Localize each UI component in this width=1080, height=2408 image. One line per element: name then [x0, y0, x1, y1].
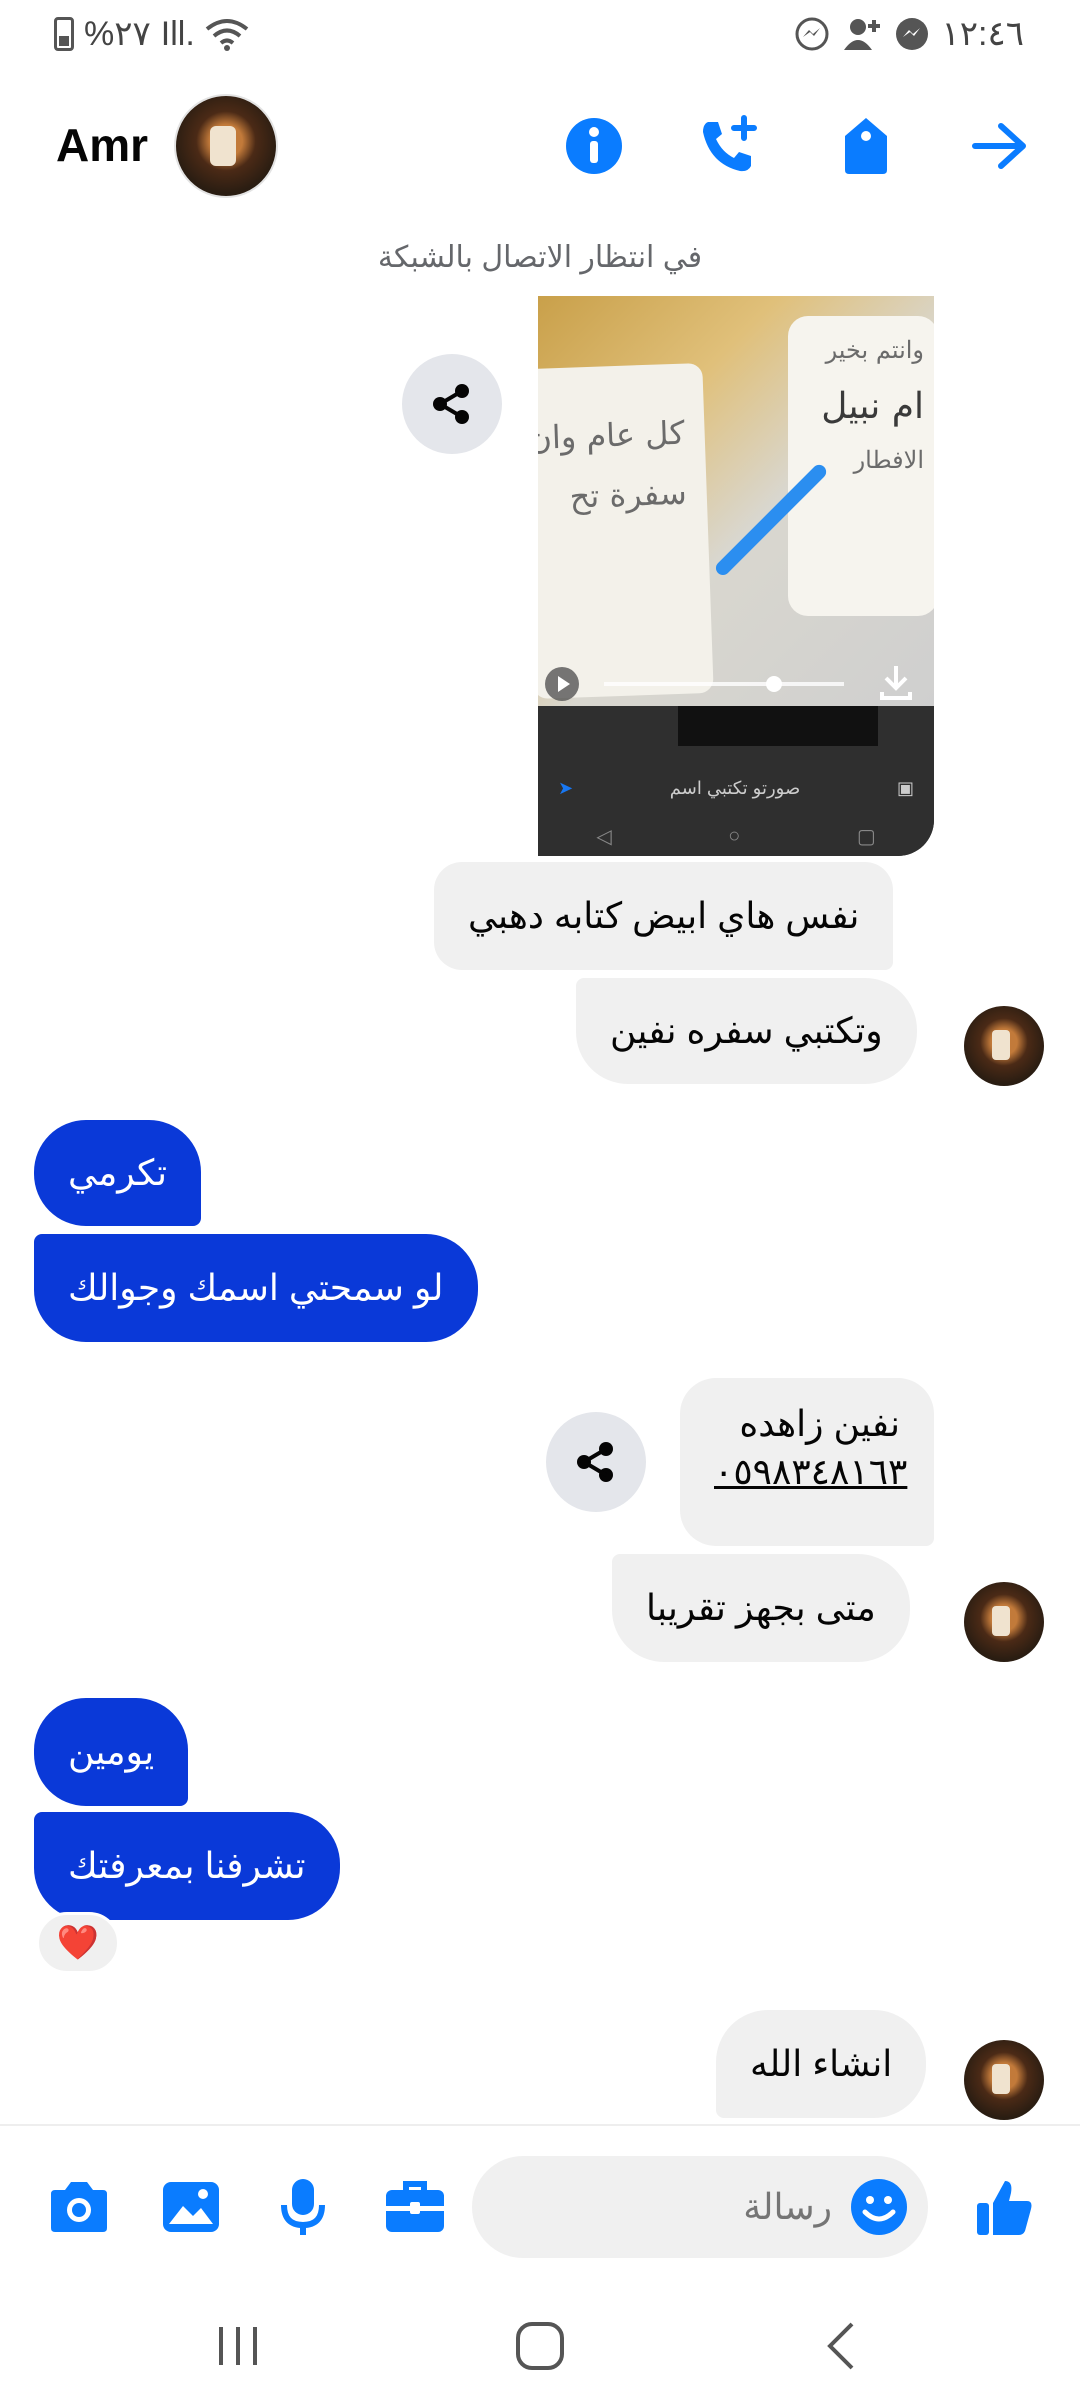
video-progress-thumb[interactable]: [766, 676, 782, 692]
gallery-icon[interactable]: [156, 2172, 226, 2242]
photo-card-left: كل عام وان سفرة تح: [538, 362, 714, 700]
message-outgoing[interactable]: لو سمحتي اسمك وجوالك: [34, 1234, 478, 1342]
message-input[interactable]: [502, 2156, 832, 2258]
media-nav-bar: ◁ ○ ▢: [538, 818, 934, 854]
shared-media-message[interactable]: كل عام وان سفرة تح وانتم بخير ام نبيل ال…: [538, 296, 934, 856]
battery-percent: %٢٧: [84, 15, 151, 53]
media-back-icon: ◁: [596, 825, 612, 848]
recent-apps-button[interactable]: [198, 2314, 278, 2378]
contact-avatar-small[interactable]: [964, 1006, 1044, 1086]
back-icon: [827, 2322, 854, 2370]
message-incoming[interactable]: وتكتبي سفره نفين: [576, 978, 917, 1084]
like-icon[interactable]: [970, 2172, 1040, 2242]
media-recent-icon: ▢: [856, 825, 876, 848]
card-right-line3: الافطار: [853, 446, 924, 474]
media-composer-hint: صورتو تكتبي اسم: [669, 777, 801, 798]
share-icon: [433, 384, 469, 424]
message-outgoing[interactable]: تكرمي: [34, 1120, 202, 1226]
contact-card-phone[interactable]: ٠٥٩٨٣٤٨١٦٣: [714, 1448, 907, 1496]
add-call-icon[interactable]: [696, 114, 760, 178]
chat-header: Amr: [0, 80, 1080, 210]
play-icon[interactable]: [544, 666, 580, 702]
messenger-icon: [795, 17, 828, 51]
toolbox-icon[interactable]: [380, 2172, 450, 2242]
info-icon[interactable]: [562, 114, 626, 178]
video-progress-track[interactable]: [604, 682, 844, 686]
share-icon: [577, 1442, 613, 1482]
message-incoming[interactable]: انشاء الله: [716, 2010, 927, 2118]
contact-avatar[interactable]: [174, 94, 278, 198]
clock: ١٢:٤٦: [941, 15, 1025, 53]
connection-status: في انتظار الاتصال بالشبكة: [377, 241, 703, 274]
contact-name[interactable]: Amr: [56, 118, 148, 172]
share-button[interactable]: [402, 354, 502, 454]
contact-card-name: نفين زاهده: [739, 1403, 900, 1444]
message-input-container[interactable]: [472, 2156, 928, 2258]
contact-card-message[interactable]: نفين زاهده ٠٥٩٨٣٤٨١٦٣: [680, 1378, 934, 1546]
status-right: ١٢:٤٦: [794, 14, 1025, 54]
media-home-icon: ○: [728, 824, 741, 847]
media-black-bar: [678, 706, 878, 746]
camera-icon[interactable]: [44, 2172, 114, 2242]
share-button[interactable]: [546, 1412, 646, 1512]
wifi-icon: [205, 19, 249, 51]
messenger-icon-filled: [895, 18, 928, 50]
heart-reaction[interactable]: ❤️: [36, 1912, 120, 1974]
back-button[interactable]: [802, 2314, 882, 2378]
contact-avatar-small[interactable]: [964, 2040, 1044, 2120]
message-outgoing[interactable]: يومين: [34, 1698, 189, 1806]
message-incoming[interactable]: متى بجهز تقريبا: [612, 1554, 910, 1662]
media-photo: كل عام وان سفرة تح وانتم بخير ام نبيل ال…: [538, 296, 934, 706]
card-right-line1: وانتم بخير: [825, 336, 924, 364]
media-composer: ➤ صورتو تكتبي اسم ▣: [548, 768, 924, 808]
recent-apps-icon: [219, 2327, 257, 2365]
system-nav-bar: [0, 2284, 1080, 2408]
status-bar: %٢٧ Ill. ١٢:٤٦: [0, 0, 1080, 72]
forward-arrow-icon[interactable]: [968, 114, 1032, 178]
status-left: %٢٧ Ill.: [54, 14, 249, 54]
card-left-line2: سفرة تح: [568, 473, 688, 516]
media-screenshot-ui: ➤ صورتو تكتبي اسم ▣ ◁ ○ ▢: [538, 706, 934, 856]
tag-icon[interactable]: [834, 114, 898, 178]
home-button[interactable]: [500, 2314, 580, 2378]
add-user-icon: [843, 19, 880, 50]
media-camera-icon: ▣: [896, 777, 914, 798]
home-icon: [516, 2322, 564, 2370]
card-right-line2: ام نبيل: [821, 386, 924, 427]
message-incoming[interactable]: نفس هاي ابيض كتابه دهبي: [434, 862, 894, 970]
video-controls: [538, 656, 934, 706]
microphone-icon[interactable]: [268, 2172, 338, 2242]
download-icon[interactable]: [876, 662, 916, 702]
message-outgoing[interactable]: تشرفنا بمعرفتك: [34, 1812, 340, 1920]
media-send-icon: ➤: [558, 777, 574, 798]
message-composer: [0, 2124, 1080, 2284]
photo-card-right: وانتم بخير ام نبيل الافطار: [788, 316, 934, 616]
contact-avatar-small[interactable]: [964, 1582, 1044, 1662]
card-left-line1: كل عام وان: [538, 413, 686, 458]
heart-icon: ❤️: [56, 1924, 100, 1962]
emoji-icon[interactable]: [850, 2178, 908, 2236]
signal-indicator: Ill.: [160, 14, 195, 53]
battery-icon: [54, 17, 74, 51]
